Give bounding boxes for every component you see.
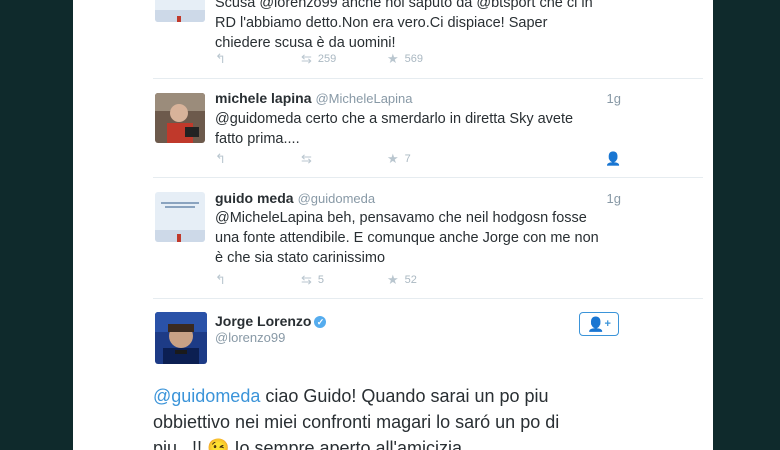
tweet-author[interactable]: guido meda @guidomeda <box>215 190 375 206</box>
plus-icon: + <box>604 318 611 330</box>
verified-badge-icon: ✓ <box>314 316 327 328</box>
author-handle[interactable]: @MicheleLapina <box>315 91 412 106</box>
author-name[interactable]: michele lapina <box>215 90 311 106</box>
retweet-count: 259 <box>317 53 337 65</box>
avatar-michelelapina[interactable] <box>155 93 205 143</box>
tweet-timestamp[interactable]: 1g <box>607 91 621 106</box>
tweet-guido-meda[interactable]: guido meda @guidomeda 1g @MicheleLapina b… <box>73 178 713 298</box>
author-name[interactable]: Jorge Lorenzo ✓ <box>215 313 327 329</box>
main-tweet-text: @guidomeda ciao Guido! Quando sarai un p… <box>153 383 673 450</box>
reply-button[interactable]: ↰ <box>215 273 226 287</box>
author-name[interactable]: guido meda <box>215 190 294 206</box>
reply-icon: ↰ <box>215 272 226 287</box>
retweet-count: 5 <box>317 274 325 286</box>
divider <box>153 298 703 299</box>
tweet-text-line: fatto prima.... <box>215 131 300 147</box>
author-handle[interactable]: @guidomeda <box>298 191 376 206</box>
avatar-guidomeda[interactable] <box>155 192 205 242</box>
avatar-image <box>155 192 205 242</box>
star-icon: ★ <box>387 272 399 287</box>
mention-link[interactable]: @guidomeda <box>153 386 260 406</box>
follow-button[interactable]: 👤 + <box>579 312 619 336</box>
reply-button[interactable]: ↰ <box>215 152 226 166</box>
favorite-button[interactable]: ★ 569 <box>387 52 423 66</box>
tweet-text-line: @MicheleLapina beh, pensavamo che neil h… <box>215 210 587 226</box>
favorite-count: 569 <box>404 53 424 65</box>
follow-button[interactable]: 👤 <box>605 152 621 166</box>
tweet-text: @MicheleLapina beh, pensavamo che neil h… <box>215 208 625 268</box>
twitter-conversation-panel: Scusa @lorenzo99 anche noi saputo da @bt… <box>73 0 713 450</box>
retweet-icon: ⇆ <box>301 51 312 66</box>
follow-icon: 👤 <box>605 151 622 166</box>
favorite-count: 7 <box>404 153 411 165</box>
avatar-image <box>155 0 205 22</box>
favorite-button[interactable]: ★ 7 <box>387 152 411 166</box>
reply-icon: ↰ <box>215 51 226 66</box>
tweet-text-line: RD l'abbiamo detto.Non era vero.Ci dispi… <box>215 15 548 31</box>
retweet-button[interactable]: ⇆ 259 <box>301 52 336 66</box>
author-handle[interactable]: @lorenzo99 <box>215 330 285 345</box>
tweet-text: @guidomeda certo che a smerdarlo in dire… <box>215 109 625 149</box>
reply-button[interactable]: ↰ <box>215 52 226 66</box>
tweet-text-line: è che sia stato carinissimo <box>215 250 386 266</box>
tweet-guido-apology[interactable]: Scusa @lorenzo99 anche noi saputo da @bt… <box>73 0 713 78</box>
retweet-button[interactable]: ⇆ 5 <box>301 273 324 287</box>
tweet-michele-lapina[interactable]: michele lapina @MicheleLapina 1g @guidome… <box>73 79 713 177</box>
avatar-image <box>155 312 207 364</box>
tweet-author[interactable]: michele lapina @MicheleLapina <box>215 90 413 106</box>
tweet-text-segment: ciao Guido! Quando sarai un po piu <box>260 386 549 406</box>
tweet-text-line: @guidomeda ciao Guido! Quando sarai un p… <box>153 383 673 409</box>
star-icon: ★ <box>387 151 399 166</box>
author-name-text[interactable]: Jorge Lorenzo <box>215 313 311 329</box>
tweet-text-line: @guidomeda certo che a smerdarlo in dire… <box>215 111 574 127</box>
avatar-lorenzo99[interactable] <box>155 312 207 364</box>
avatar-image <box>155 93 205 143</box>
star-icon: ★ <box>387 51 399 66</box>
tweet-text: Scusa @lorenzo99 anche noi saputo da @bt… <box>215 0 625 53</box>
retweet-icon: ⇆ <box>301 272 312 287</box>
tweet-actions: ↰ ⇆ ★ 7 👤 <box>215 152 685 168</box>
favorite-count: 52 <box>404 274 417 286</box>
tweet-text-line: chiedere scusa è da uomini! <box>215 35 396 51</box>
avatar-guidomeda[interactable] <box>155 0 205 22</box>
reply-icon: ↰ <box>215 151 226 166</box>
tweet-timestamp[interactable]: 1g <box>607 191 621 206</box>
favorite-button[interactable]: ★ 52 <box>387 273 417 287</box>
tweet-text-line: Scusa @lorenzo99 anche noi saputo da @bt… <box>215 0 593 11</box>
tweet-text-line: piu...!! 😉 Io sempre aperto all'amicizia… <box>153 438 467 450</box>
tweet-text-line: una fonte attendibile. E comunque anche … <box>215 230 599 246</box>
follow-icon: 👤 <box>587 315 605 332</box>
retweet-icon: ⇆ <box>301 151 312 166</box>
retweet-button[interactable]: ⇆ <box>301 152 312 166</box>
tweet-text-line: obbiettivo nei miei confronti magari lo … <box>153 412 560 432</box>
